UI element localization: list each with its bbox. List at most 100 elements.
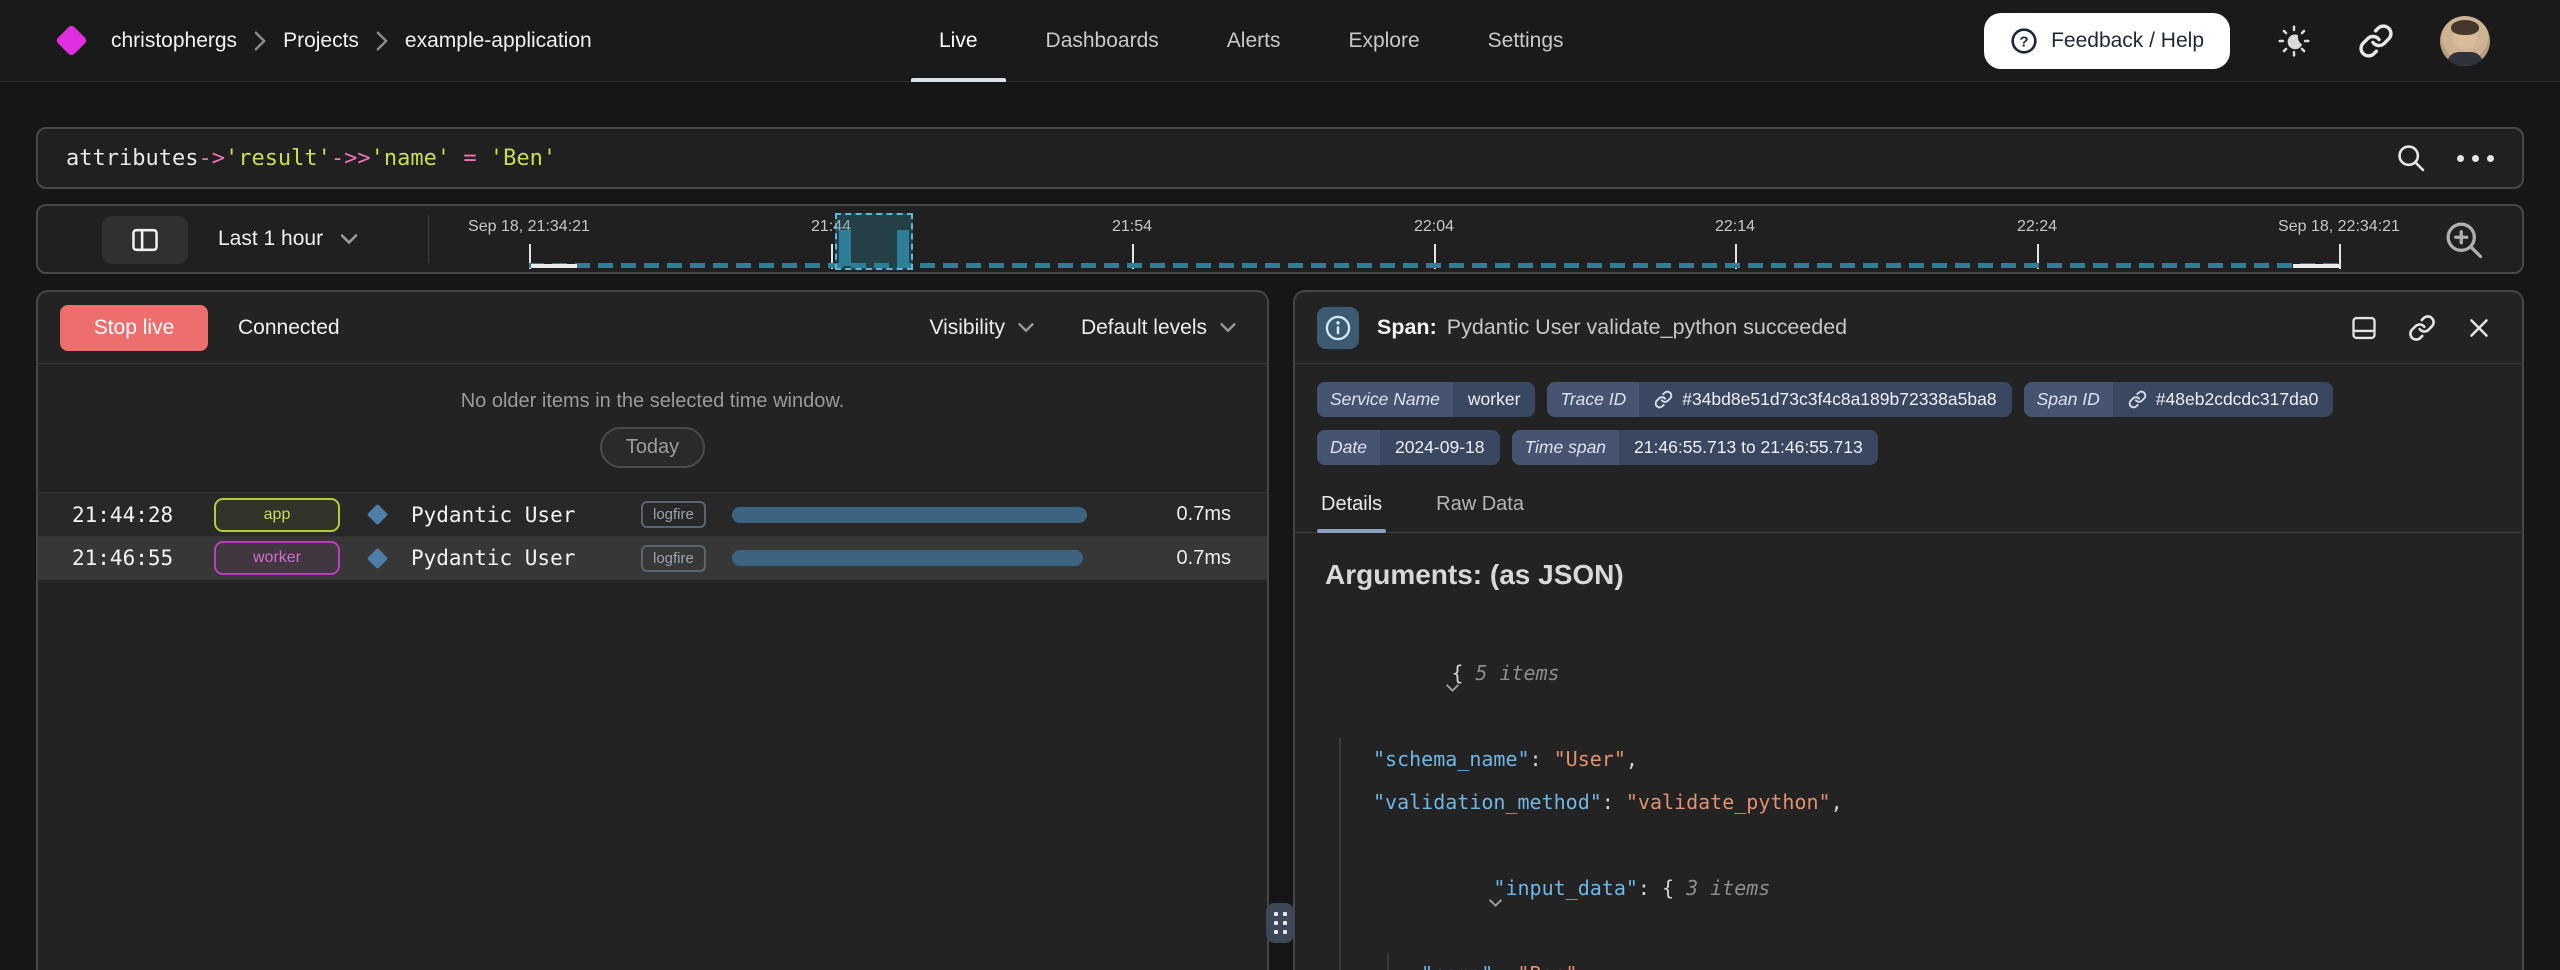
breadcrumb-org[interactable]: christophergs	[111, 29, 237, 53]
tab-settings[interactable]: Settings	[1454, 0, 1598, 82]
timeline-tick-label: 21:54	[1112, 218, 1152, 236]
json-root-line: {5 items	[1325, 609, 2492, 738]
dock-panel-bottom-icon[interactable]	[2350, 314, 2378, 342]
live-view-panel: Stop live Connected Visibility Default l…	[36, 290, 1269, 970]
tab-details[interactable]: Details	[1317, 483, 1386, 532]
connection-status: Connected	[238, 316, 340, 340]
link-icon[interactable]	[2408, 314, 2436, 342]
json-tree: {5 items "schema_name": "User", "validat…	[1325, 609, 2492, 970]
help-circle-icon: ?	[2010, 27, 2038, 55]
close-icon[interactable]	[2466, 315, 2492, 341]
tab-explore[interactable]: Explore	[1314, 0, 1453, 82]
service-badge: app	[214, 498, 340, 532]
collapse-caret-icon[interactable]	[1343, 838, 1503, 967]
feedback-help-button[interactable]: ? Feedback / Help	[1984, 13, 2230, 69]
json-level-2: "name": "Ben", "country_code": "USA", "d…	[1387, 953, 2492, 970]
scope-badge: logfire	[641, 501, 706, 528]
timeline-end-cap	[2293, 264, 2339, 268]
row-timestamp: 21:44:28	[72, 503, 192, 527]
timeline-tick-label: 22:04	[1414, 218, 1454, 236]
breadcrumb-projects[interactable]: Projects	[283, 29, 359, 53]
grip-dots-icon	[1274, 912, 1287, 934]
arguments-heading: Arguments: (as JSON)	[1325, 559, 2492, 591]
chevron-down-icon	[1017, 321, 1035, 334]
duration-bar	[732, 550, 1083, 566]
divider	[428, 215, 429, 263]
json-level-1: "schema_name": "User", "validation_metho…	[1339, 738, 2492, 970]
main-nav-tabs: Live Dashboards Alerts Explore Settings	[905, 0, 1598, 82]
trace-row[interactable]: 21:44:28 app Pydantic User logfire 0.7ms	[38, 492, 1267, 536]
json-line: "validation_method": "validate_python",	[1373, 781, 2492, 824]
detail-tabs: Details Raw Data	[1295, 483, 2522, 533]
panel-resize-handle[interactable]	[1266, 903, 1294, 943]
json-line: "name": "Ben",	[1421, 953, 2492, 970]
span-diamond-icon	[367, 547, 388, 568]
span-diamond-icon	[367, 504, 388, 525]
time-span-badge: Time span 21:46:55.713 to 21:46:55.713	[1512, 430, 1878, 465]
duration-bar	[732, 507, 1087, 523]
breadcrumb-project-name[interactable]: example-application	[405, 29, 592, 53]
top-navbar: christophergs Projects example-applicati…	[0, 0, 2560, 82]
link-icon[interactable]	[2128, 390, 2147, 409]
json-line: "schema_name": "User",	[1373, 738, 2492, 781]
theme-toggle-icon[interactable]	[2276, 23, 2312, 59]
span-name: Pydantic User	[411, 546, 623, 570]
timeline-selection[interactable]	[835, 213, 913, 270]
timeline-tick	[2339, 244, 2341, 269]
empty-message: No older items in the selected time wind…	[38, 390, 1267, 413]
svg-text:?: ?	[2019, 33, 2028, 50]
link-icon[interactable]	[1654, 390, 1673, 409]
user-avatar[interactable]	[2440, 16, 2490, 66]
detail-title: Span:Pydantic User validate_python succe…	[1377, 315, 1847, 340]
span-meta-badges: Service Name worker Trace ID #34bd8e51d7…	[1295, 364, 2522, 469]
json-line: "input_data": {3 items	[1373, 824, 2492, 953]
tab-dashboards[interactable]: Dashboards	[1012, 0, 1193, 82]
empty-state: No older items in the selected time wind…	[38, 364, 1267, 468]
live-panel-header: Stop live Connected Visibility Default l…	[38, 292, 1267, 364]
zoom-in-button[interactable]	[2440, 216, 2488, 264]
navbar-right-cluster: ? Feedback / Help	[1984, 0, 2560, 82]
tab-raw-data[interactable]: Raw Data	[1432, 483, 1528, 532]
timeline-start-label: Sep 18, 21:34:21	[468, 218, 590, 236]
time-range-bar: Last 1 hour Sep 18, 21:34:21 21:44 21:54…	[36, 204, 2524, 274]
search-icon[interactable]	[2395, 142, 2427, 174]
sidebar-toggle-icon	[130, 226, 160, 254]
time-range-dropdown[interactable]: Last 1 hour	[218, 206, 359, 272]
timeline-tick-label: 22:24	[2017, 218, 2057, 236]
more-options-icon[interactable]	[2457, 155, 2494, 162]
query-input[interactable]: attributes->'result'->>'name' = 'Ben'	[36, 127, 2524, 189]
copy-link-icon[interactable]	[2358, 23, 2394, 59]
date-badge: Date 2024-09-18	[1317, 430, 1500, 465]
span-detail-panel: Span:Pydantic User validate_python succe…	[1293, 290, 2524, 970]
chevron-right-icon	[375, 30, 389, 52]
logfire-logo-diamond-icon[interactable]	[55, 24, 88, 57]
zoom-in-icon	[2442, 218, 2486, 262]
service-badge: worker	[214, 541, 340, 575]
visibility-dropdown[interactable]: Visibility	[929, 316, 1034, 340]
trace-id-badge: Trace ID #34bd8e51d73c3f4c8a189b72338a5b…	[1547, 382, 2011, 417]
duration-label: 0.7ms	[1135, 503, 1231, 526]
timeline-histogram-baseline	[529, 263, 2339, 268]
tab-alerts[interactable]: Alerts	[1193, 0, 1315, 82]
query-text: attributes->'result'->>'name' = 'Ben'	[66, 146, 556, 171]
timeline-start-cap	[531, 264, 577, 268]
tab-live[interactable]: Live	[905, 0, 1012, 82]
collapse-caret-icon[interactable]	[1325, 623, 1460, 752]
detail-content: Arguments: (as JSON) {5 items "schema_na…	[1295, 533, 2522, 970]
default-levels-dropdown[interactable]: Default levels	[1081, 316, 1237, 340]
today-button[interactable]: Today	[600, 427, 705, 468]
histogram-bar	[839, 230, 851, 266]
trace-row-selected[interactable]: 21:46:55 worker Pydantic User logfire 0.…	[38, 536, 1267, 580]
chevron-right-icon	[253, 30, 267, 52]
span-id-badge: Span ID #48eb2cdcdc317da0	[2024, 382, 2334, 417]
scope-badge: logfire	[641, 545, 706, 572]
trace-rows: 21:44:28 app Pydantic User logfire 0.7ms…	[38, 492, 1267, 580]
timeline-end-label: Sep 18, 22:34:21	[2278, 218, 2400, 236]
duration-label: 0.7ms	[1135, 547, 1231, 570]
chevron-down-icon	[339, 232, 359, 246]
detail-panel-header: Span:Pydantic User validate_python succe…	[1295, 292, 2522, 364]
stop-live-button[interactable]: Stop live	[60, 305, 208, 351]
histogram-bar	[897, 230, 909, 266]
sidebar-toggle-button[interactable]	[102, 216, 188, 264]
chevron-down-icon	[1219, 321, 1237, 334]
